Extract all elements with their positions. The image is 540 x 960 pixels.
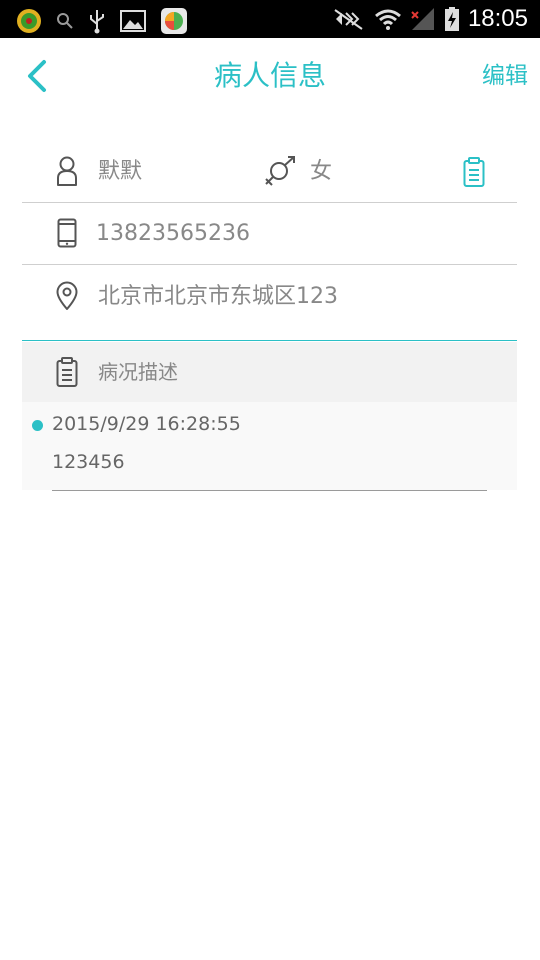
usb-icon (90, 10, 104, 34)
patient-gender: 女 (310, 159, 333, 184)
section-label: 病况描述 (98, 360, 178, 384)
battery-charging-icon (444, 7, 459, 31)
mute-icon (334, 9, 363, 30)
record-text: 123456 (52, 451, 125, 473)
status-time: 18:05 (467, 5, 528, 32)
patient-phone-row: 13823565236 (22, 203, 517, 265)
patient-name-row: 默默 女 (22, 140, 517, 203)
patient-address-row: 北京市北京市东城区123 (22, 265, 517, 341)
status-left-icons (16, 7, 188, 35)
record-timestamp: 2015/9/29 16:28:55 (52, 413, 241, 435)
signal-icon (411, 8, 434, 30)
condition-record-list: 2015/9/29 16:28:55 123456 (22, 402, 517, 491)
record-divider (52, 490, 487, 491)
location-pin-icon (56, 281, 78, 310)
phone-icon (57, 218, 77, 248)
top-bar: 病人信息 编辑 (0, 38, 540, 114)
edit-button[interactable]: 编辑 (482, 60, 528, 92)
gallery-icon (120, 10, 146, 32)
patient-phone: 13823565236 (96, 221, 250, 246)
clipboard-list-icon (56, 357, 78, 387)
search-icon (57, 13, 73, 29)
app360-icon (161, 8, 187, 34)
person-icon (57, 156, 77, 186)
page-title: 病人信息 (213, 59, 326, 92)
patient-name: 默默 (98, 159, 143, 184)
patient-address: 北京市北京市东城区123 (98, 284, 338, 309)
status-bar: 18:05 (0, 0, 540, 38)
app-badge-icon (17, 9, 41, 33)
gender-icon (265, 156, 295, 186)
clipboard-icon[interactable] (463, 157, 485, 187)
timeline-dot (32, 420, 43, 431)
wifi-icon (374, 9, 401, 30)
status-right-icons: 18:05 (332, 4, 528, 34)
condition-section-header: 病况描述 (22, 342, 517, 402)
